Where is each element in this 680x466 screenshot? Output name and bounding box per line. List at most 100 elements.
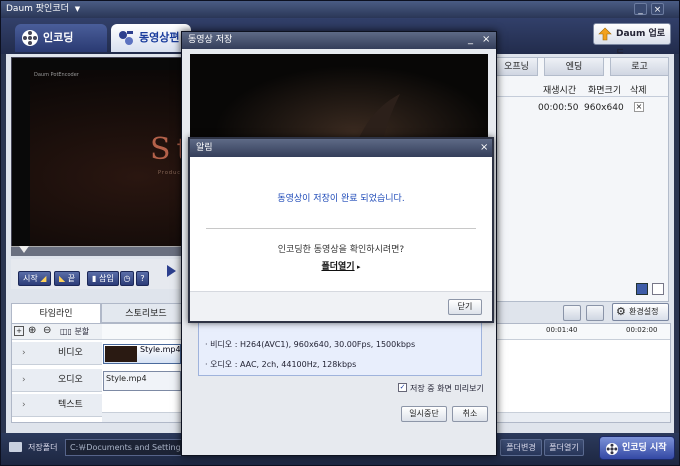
- tab-ending[interactable]: 엔딩: [544, 58, 604, 76]
- tab-video-edit[interactable]: 동영상편: [111, 24, 191, 52]
- help-label: ?: [140, 274, 145, 283]
- ruler-time-1: 00:01:40: [546, 326, 578, 334]
- tab-encoding[interactable]: 인코딩: [15, 24, 107, 52]
- track-video[interactable]: › 비디오: [12, 342, 102, 365]
- header-delete: 삭제: [630, 86, 647, 96]
- clock-button[interactable]: ◷: [120, 271, 134, 286]
- minimize-button[interactable]: _: [634, 3, 647, 15]
- alert-divider: [206, 228, 476, 229]
- clock-icon: ◷: [123, 274, 131, 283]
- film-reel-icon: [606, 443, 618, 455]
- alert-close-button[interactable]: ×: [480, 142, 488, 153]
- close-button[interactable]: 닫기: [448, 299, 482, 315]
- video-clip[interactable]: Style.mp4: [103, 344, 181, 364]
- ruler-time-2: 00:02:00: [626, 326, 658, 334]
- track-video-label: 비디오: [58, 348, 83, 358]
- preview-logo: Daum PotEncoder: [34, 72, 79, 78]
- upload-arrow-icon: [598, 27, 612, 41]
- row-size: 960x640: [584, 103, 624, 113]
- encoding-info-box: · 비디오 : H264(AVC1), 960x640, 30.00Fps, 1…: [198, 320, 482, 376]
- cancel-button[interactable]: 취소: [452, 406, 488, 422]
- arrow-right-icon: ▸: [354, 263, 361, 271]
- split-label: 분할: [74, 327, 90, 336]
- preview-checkbox[interactable]: ✓: [398, 383, 407, 392]
- timeline-toolbar: + ⊕ ⊖ ◫▯ 분할: [12, 324, 102, 340]
- daum-upload-button[interactable]: Daum 업로드: [593, 23, 671, 59]
- track-audio[interactable]: › 오디오: [12, 369, 102, 392]
- alert-dialog: 알림 × 동영상이 저장이 완료 되었습니다. 인코딩한 동영상을 확인하시려면…: [188, 137, 494, 323]
- audio-clip[interactable]: Style.mp4: [103, 371, 181, 391]
- settings-label: 환경설정: [629, 307, 659, 316]
- expand-arrow-icon: ›: [22, 348, 26, 358]
- open-folder-link[interactable]: 폴더열기 ▸: [190, 259, 492, 272]
- save-dialog-title: 동영상 저장: [188, 35, 233, 45]
- seek-thumb[interactable]: [19, 246, 29, 253]
- help-button[interactable]: ?: [136, 271, 149, 286]
- expand-arrow-icon: ›: [22, 400, 26, 410]
- end-triangle-icon: ◣: [59, 274, 68, 283]
- save-dialog-minimize-button[interactable]: _: [468, 34, 473, 45]
- clip-thumbnail: [105, 346, 137, 362]
- start-mark-label: 시작: [23, 274, 38, 283]
- info-audio: · 오디오 : AAC, 2ch, 44100Hz, 128kbps: [205, 360, 357, 369]
- track-text-label: 텍스트: [58, 400, 83, 410]
- menu-arrow[interactable]: ▼: [75, 5, 80, 13]
- track-text[interactable]: › 텍스트: [12, 394, 102, 417]
- insert-button[interactable]: ▮ 삽입: [87, 271, 119, 286]
- alert-title-bar: 알림: [190, 139, 492, 157]
- start-encoding-button[interactable]: 인코딩 시작: [599, 436, 675, 460]
- start-triangle-icon: ◢: [37, 274, 47, 283]
- preview-checkbox-label: 저장 중 화면 미리보기: [410, 384, 484, 393]
- info-video: · 비디오 : H264(AVC1), 960x640, 30.00Fps, 1…: [205, 340, 416, 349]
- row-duration: 00:00:50: [538, 103, 579, 113]
- pause-button[interactable]: 일시중단: [401, 406, 447, 422]
- tab-timeline[interactable]: 타임라인: [11, 303, 101, 323]
- open-folder-button[interactable]: 폴더열기: [544, 439, 584, 456]
- close-window-button[interactable]: ×: [651, 3, 664, 15]
- save-dialog-title-bar: 동영상 저장: [182, 32, 496, 49]
- expand-arrow-icon: ›: [22, 375, 26, 385]
- end-mark-button[interactable]: ◣ 끝: [54, 271, 81, 286]
- fit-icon[interactable]: +: [14, 326, 24, 336]
- zoom-out-icon[interactable]: ⊖: [43, 325, 51, 336]
- video-clip-label: Style.mp4: [140, 345, 181, 354]
- save-folder-label: 저장폴더: [28, 443, 58, 452]
- view-list-icon[interactable]: [652, 283, 664, 295]
- edit-tools-icon: [119, 31, 133, 45]
- folder-icon: [9, 442, 22, 452]
- save-dialog-close-button[interactable]: ×: [482, 34, 490, 45]
- header-duration: 재생시간: [543, 86, 577, 96]
- alert-question: 인코딩한 동영상을 확인하시려면?: [277, 245, 405, 255]
- audio-clip-label: Style.mp4: [106, 374, 147, 383]
- header-size: 화면크기: [588, 86, 622, 96]
- split-button[interactable]: ◫▯ 분할: [60, 326, 89, 337]
- change-folder-button[interactable]: 폴더변경: [500, 439, 542, 456]
- gear-icon: ⚙: [616, 305, 626, 318]
- zoom-in-icon[interactable]: ⊕: [28, 325, 36, 336]
- folder-icon-button[interactable]: [563, 305, 581, 321]
- end-mark-label: 끝: [67, 274, 76, 283]
- tab-video-edit-label: 동영상편: [139, 31, 180, 44]
- track-audio-label: 오디오: [58, 375, 83, 385]
- start-encoding-label: 인코딩 시작: [622, 443, 667, 453]
- tab-opening[interactable]: 오프닝: [495, 58, 538, 76]
- tab-encoding-label: 인코딩: [43, 31, 74, 44]
- alert-footer: [190, 291, 492, 321]
- row-delete-button[interactable]: ×: [634, 102, 644, 112]
- tab-storyboard[interactable]: 스토리보드: [101, 303, 191, 323]
- alert-title: 알림: [196, 143, 213, 153]
- alert-message: 동영상이 저장이 완료 되었습니다.: [277, 194, 405, 204]
- film-reel-icon: [22, 30, 38, 46]
- start-mark-button[interactable]: 시작 ◢: [18, 271, 52, 286]
- save-icon-button[interactable]: [586, 305, 604, 321]
- settings-button[interactable]: ⚙ 환경설정: [612, 303, 669, 321]
- app-title: Daum 팟인코더: [6, 4, 69, 14]
- view-grid-icon[interactable]: [636, 283, 648, 295]
- insert-icon: ▮: [92, 274, 99, 283]
- title-bar: Daum 팟인코더 ▼: [1, 1, 679, 18]
- open-folder-link-label: 폴더열기: [321, 262, 355, 272]
- insert-label: 삽입: [98, 274, 114, 283]
- tab-logo[interactable]: 로고: [610, 58, 669, 76]
- header-divider: [496, 96, 668, 97]
- play-icon[interactable]: [167, 265, 176, 277]
